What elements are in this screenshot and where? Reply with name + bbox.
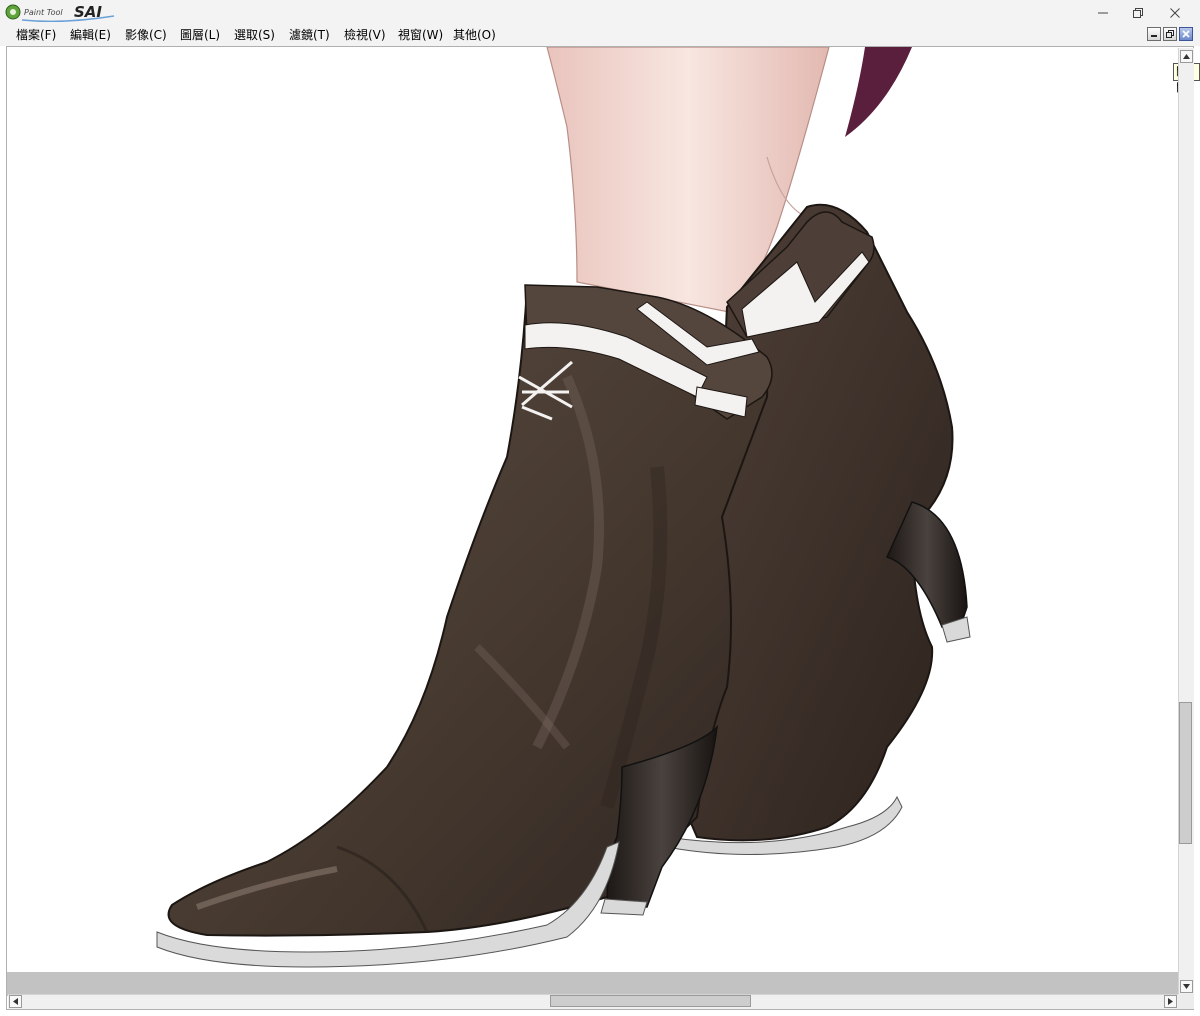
scroll-left-button[interactable] — [9, 995, 22, 1008]
canvas-margin — [7, 972, 1179, 996]
vertical-scroll-thumb[interactable] — [1179, 702, 1192, 844]
menu-select[interactable]: 選取(S) — [234, 27, 275, 44]
vertical-scrollbar[interactable] — [1178, 48, 1194, 994]
close-button[interactable] — [1152, 0, 1198, 25]
arrow-down-icon — [1183, 984, 1190, 989]
horizontal-scroll-thumb[interactable] — [550, 995, 751, 1007]
menu-file[interactable]: 檔案(F) — [16, 27, 56, 44]
app-logo: Paint Tool SAI — [4, 2, 116, 23]
menu-image[interactable]: 影像(C) — [125, 27, 167, 44]
document-close-button[interactable] — [1179, 27, 1193, 41]
menu-edit[interactable]: 編輯(E) — [70, 27, 111, 44]
arrow-left-icon — [13, 998, 18, 1005]
menu-others[interactable]: 其他(O) — [453, 27, 496, 44]
scrollbar-corner — [1178, 994, 1194, 1009]
mdi-restore-icon — [1166, 30, 1174, 38]
document-minimize-button[interactable] — [1147, 27, 1161, 41]
menu-bar: 檔案(F) 編輯(E) 影像(C) 圖層(L) 選取(S) 濾鏡(T) 檢視(V… — [0, 25, 1200, 46]
scroll-right-button[interactable] — [1164, 995, 1177, 1008]
minimize-icon — [1098, 12, 1108, 13]
mdi-minimize-icon — [1151, 35, 1157, 37]
canvas-artwork[interactable] — [7, 47, 1179, 972]
menu-window[interactable]: 視窗(W) — [398, 27, 443, 44]
arrow-right-icon — [1168, 998, 1173, 1005]
arrow-up-icon — [1183, 54, 1190, 59]
mdi-close-icon — [1182, 30, 1190, 38]
menu-view[interactable]: 檢視(V) — [344, 27, 386, 44]
scroll-down-button[interactable] — [1180, 980, 1193, 993]
restore-icon — [1133, 7, 1143, 18]
accent-shape — [845, 47, 912, 137]
canvas-window[interactable] — [6, 46, 1194, 1010]
menu-layer[interactable]: 圖層(L) — [180, 27, 220, 44]
scroll-up-button[interactable] — [1180, 50, 1193, 63]
close-icon — [1170, 7, 1180, 18]
title-bar: Paint Tool SAI — [0, 0, 1200, 25]
document-restore-button[interactable] — [1163, 27, 1177, 41]
svg-text:Paint Tool: Paint Tool — [24, 8, 63, 17]
menu-filter[interactable]: 濾鏡(T) — [289, 27, 330, 44]
